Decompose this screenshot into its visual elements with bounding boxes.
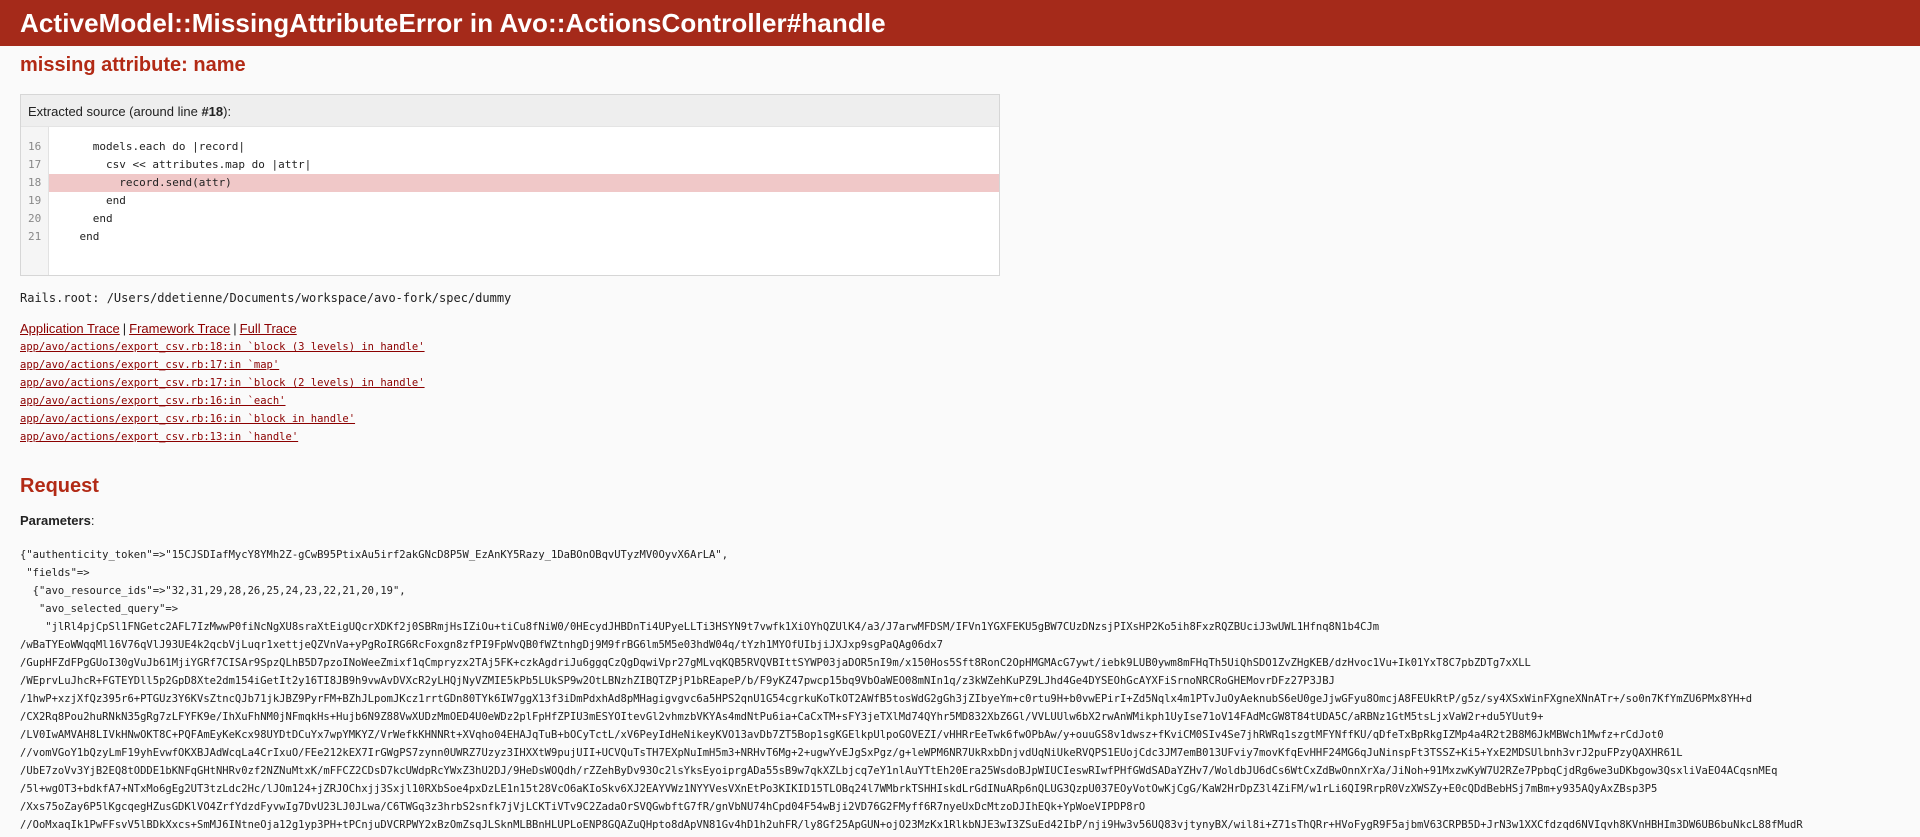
line-number: 21	[28, 230, 42, 243]
parameters-dump: {"authenticity_token"=>"15CJSDIafMycY8YM…	[20, 546, 1900, 834]
line-number: 20	[28, 212, 42, 225]
code-lines: models.each do |record| csv << attribute…	[49, 127, 999, 275]
trace-toggle: Application Trace | Framework Trace | Full T…	[20, 321, 1900, 336]
line-number: 17	[28, 158, 42, 171]
application-trace: app/avo/actions/export_csv.rb:18:in `blo…	[20, 338, 1900, 446]
framework-trace-link[interactable]: Framework Trace	[129, 321, 230, 336]
parameter-line: /1hwP+xzjXfQz395r6+PTGUz3Y6KVsZtncQJb71j…	[20, 693, 1753, 705]
main-content: missing attribute: name Extracted source…	[0, 54, 1920, 834]
source-code: 16 17 18 19 20 21 models.each do |record| csv…	[21, 126, 999, 275]
parameter-line: //vomVGoY1bQzyLmF19yhEvwfOKXBJAdWcqLa4Cr…	[20, 747, 1683, 759]
rails-root: Rails.root: /Users/ddetienne/Documents/w…	[20, 291, 512, 305]
source-caption-line: #18	[201, 104, 224, 119]
source-caption: Extracted source (around line #18):	[21, 95, 999, 126]
separator: |	[233, 321, 237, 336]
page-title: ActiveModel::MissingAttributeError in Av…	[20, 7, 886, 38]
parameter-line: /5l+wgOT3+bdkfA7+NTxMo6gEg2UT3tzLdc2Hc/l…	[20, 783, 1658, 795]
application-trace-link[interactable]: Application Trace	[20, 321, 120, 336]
parameter-line: "avo_selected_query"=>	[20, 603, 179, 615]
source-extract: Extracted source (around line #18): 16 17…	[20, 94, 1000, 276]
line-number: 19	[28, 194, 42, 207]
error-header: ActiveModel::MissingAttributeError in Av…	[0, 0, 1920, 46]
trace-frame-link[interactable]: app/avo/actions/export_csv.rb:16:in `eac…	[20, 392, 1900, 410]
parameter-line: /LV0IwAMVAH8LIVkHNwOKT8C+PQFAmEyKeKcx98U…	[20, 729, 1664, 741]
parameter-line: "fields"=>	[20, 567, 90, 579]
code-line: end	[53, 230, 100, 243]
code-line: end	[53, 194, 126, 207]
parameter-line: "jlRl4pjCpSl1FNGetc2AFL7IzMwwP0fiNcNgXU8…	[20, 621, 1380, 633]
parameter-line: /UbE7zoVv3YjB2EQ8tODDE1bKNFqGHtNHRv0zf2N…	[20, 765, 1778, 777]
parameter-line: /WEprvLuJhcR+FGTEYDll5p2GpD8Xte2dm154iGe…	[20, 675, 1335, 687]
parameter-line: {"authenticity_token"=>"15CJSDIafMycY8YM…	[20, 549, 729, 561]
parameter-line: /GupHFZdFPgGUoI30gVuJb61MjiYGRf7CISAr9Sp…	[20, 657, 1531, 669]
parameters-label: Parameters:	[20, 513, 1900, 528]
source-caption-prefix: Extracted source (around line	[28, 104, 202, 119]
trace-frame-link[interactable]: app/avo/actions/export_csv.rb:17:in `map…	[20, 356, 1900, 374]
trace-frame-link[interactable]: app/avo/actions/export_csv.rb:18:in `blo…	[20, 338, 1900, 356]
trace-frame-link[interactable]: app/avo/actions/export_csv.rb:16:in `blo…	[20, 410, 1900, 428]
trace-frame-link[interactable]: app/avo/actions/export_csv.rb:17:in `blo…	[20, 374, 1900, 392]
code-line-highlighted: record.send(attr)	[49, 174, 999, 192]
parameter-line: /wBaTYEoWWqqMl16V76qVlJ93UE4k2qcbVjLuqr1…	[20, 639, 943, 651]
parameters-label-text: Parameters	[20, 513, 91, 528]
line-number: 18	[28, 176, 42, 189]
exception-message: missing attribute: name	[20, 54, 246, 76]
source-caption-suffix: ):	[223, 104, 232, 119]
parameters-label-colon: :	[90, 513, 95, 528]
code-line: csv << attributes.map do |attr|	[53, 158, 312, 171]
parameter-line: /CX2Rq8Pou2huRNkN35gRg7zLFYFK9e/IhXuFhNM…	[20, 711, 1544, 723]
full-trace-link[interactable]: Full Trace	[240, 321, 297, 336]
line-number: 16	[28, 140, 42, 153]
parameter-line: //OoMxaqIk1PwFFsvV5lBDkXxcs+SmMJ6INtneOj…	[20, 819, 1803, 831]
line-numbers: 16 17 18 19 20 21	[21, 127, 49, 275]
trace-frame-link[interactable]: app/avo/actions/export_csv.rb:13:in `han…	[20, 428, 1900, 446]
code-line: end	[53, 212, 113, 225]
parameter-line: /Xxs75oZay6P5lKgcqegHZusGDKlVO4ZrfYdzdFy…	[20, 801, 1146, 813]
code-line: models.each do |record|	[53, 140, 246, 153]
separator: |	[122, 321, 127, 336]
parameter-line: {"avo_resource_ids"=>"32,31,29,28,26,25,…	[20, 585, 406, 597]
request-heading: Request	[20, 475, 99, 497]
